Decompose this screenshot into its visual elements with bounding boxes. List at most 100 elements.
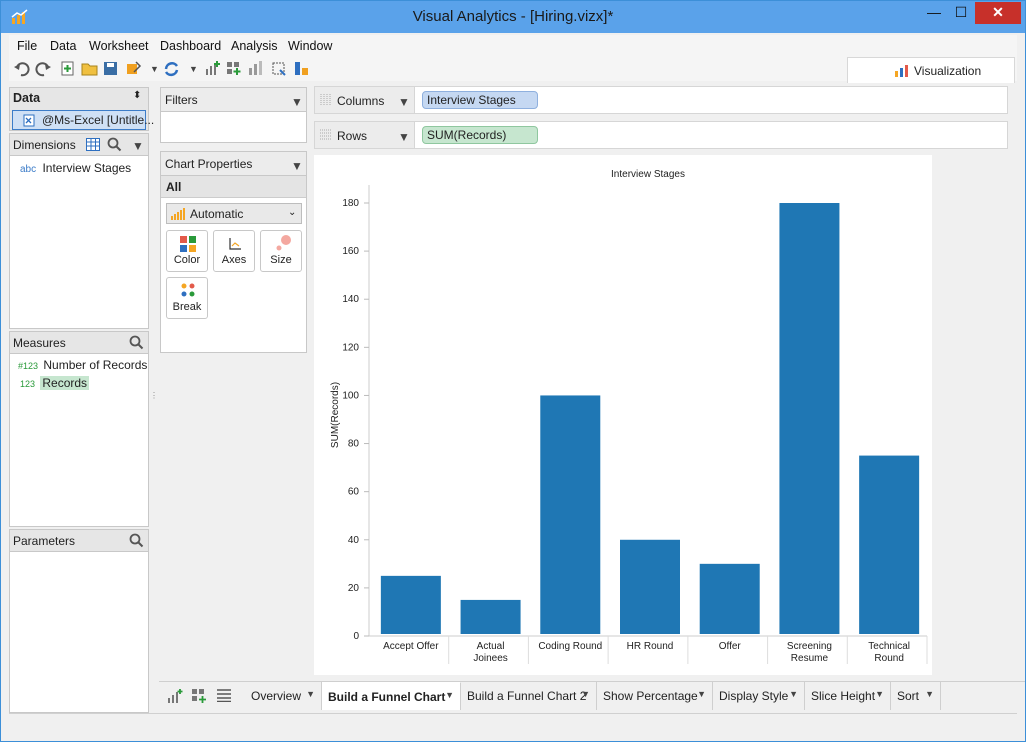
new-worksheet-icon[interactable] bbox=[204, 60, 221, 77]
visualization-tab[interactable]: Visualization bbox=[847, 57, 1015, 83]
close-button[interactable]: ✕ bbox=[975, 2, 1021, 24]
rows-label: Rows bbox=[337, 129, 368, 143]
clear-sheet-icon[interactable] bbox=[270, 60, 287, 77]
search-icon[interactable] bbox=[107, 137, 122, 152]
parameters-panel: Parameters bbox=[9, 529, 149, 713]
columns-shelf[interactable]: Columns ▼ Interview Stages bbox=[314, 86, 1008, 114]
y-tick-label: 80 bbox=[348, 439, 360, 450]
data-source-dropdown-icon[interactable]: ▼ bbox=[150, 64, 159, 74]
break-button[interactable]: Break bbox=[166, 277, 208, 319]
data-source-name: @Ms-Excel [Untitle... bbox=[42, 113, 155, 127]
rows-shelf[interactable]: Rows ▼ SUM(Records) bbox=[314, 121, 1008, 149]
sheet-tab[interactable]: Build a Funnel Chart 2 ▼ bbox=[461, 682, 597, 710]
refresh-dropdown-icon[interactable]: ▼ bbox=[189, 64, 198, 74]
measures-header: Measures bbox=[10, 332, 148, 354]
data-panel-sort-icon[interactable]: ⬍ bbox=[133, 90, 141, 101]
redo-icon[interactable] bbox=[35, 60, 52, 77]
measure-item-records[interactable]: 123 Records bbox=[20, 376, 90, 390]
sheet-tab-dropdown-icon[interactable]: ▼ bbox=[697, 689, 706, 699]
measure-item-number-of-records[interactable]: #123 Number of Records bbox=[18, 358, 147, 372]
number-type-icon: #123 bbox=[18, 361, 39, 371]
color-button[interactable]: Color bbox=[166, 230, 208, 272]
rows-dropdown-icon[interactable]: ▼ bbox=[398, 130, 410, 144]
panel-splitter-grip[interactable]: ⋮ bbox=[150, 391, 158, 400]
filters-dropdown-icon[interactable]: ▼ bbox=[291, 95, 303, 109]
parameters-header: Parameters bbox=[10, 530, 148, 552]
sheet-tab-dropdown-icon[interactable]: ▼ bbox=[925, 689, 934, 699]
x-tick-label: Offer bbox=[719, 641, 742, 652]
sheet-tab-dropdown-icon[interactable]: ▼ bbox=[581, 689, 590, 699]
sheet-tab-dropdown-icon[interactable]: ▼ bbox=[306, 689, 315, 699]
sheet-tab-label: Slice Height bbox=[811, 689, 876, 703]
x-tick-label: Coding Round bbox=[538, 641, 602, 652]
new-worksheet-tab-icon[interactable] bbox=[167, 688, 183, 704]
undo-icon[interactable] bbox=[13, 60, 30, 77]
columns-dropdown-icon[interactable]: ▼ bbox=[398, 95, 410, 109]
chart-type-icon[interactable] bbox=[247, 60, 264, 77]
show-sheet-sorter-icon[interactable] bbox=[217, 689, 231, 702]
chart-properties-header: Chart Properties ▼ bbox=[161, 152, 306, 176]
measure-name: Records bbox=[40, 376, 90, 390]
data-panel-header: Data ⬍ @Ms-Excel [Untitle... bbox=[9, 87, 154, 131]
sheet-tab-dropdown-icon[interactable]: ▼ bbox=[875, 689, 884, 699]
all-marks-row[interactable]: All bbox=[161, 176, 306, 198]
bar-chart: Interview Stages SUM(Records) 0 20 40 60 80 100… bbox=[330, 169, 928, 664]
menu-worksheet[interactable]: Worksheet bbox=[89, 39, 149, 53]
minimize-button[interactable]: — bbox=[921, 2, 947, 24]
table-view-icon[interactable] bbox=[86, 138, 100, 151]
data-source-item[interactable]: @Ms-Excel [Untitle... bbox=[12, 110, 154, 130]
excel-source-icon bbox=[23, 114, 35, 127]
parameters-search-icon[interactable] bbox=[129, 533, 144, 548]
sheet-tab-dropdown-icon[interactable]: ▼ bbox=[445, 690, 454, 700]
save-icon[interactable] bbox=[102, 60, 119, 77]
new-file-icon[interactable] bbox=[59, 60, 76, 77]
refresh-icon[interactable] bbox=[163, 60, 180, 77]
sheet-tab-dropdown-icon[interactable]: ▼ bbox=[789, 689, 798, 699]
sheet-tab-label: Sort bbox=[897, 689, 920, 703]
new-dashboard-icon[interactable] bbox=[225, 60, 242, 77]
measures-search-icon[interactable] bbox=[129, 335, 144, 350]
number-type-icon: 123 bbox=[20, 379, 36, 389]
y-tick-label: 140 bbox=[342, 294, 359, 305]
columns-pill[interactable]: Interview Stages bbox=[422, 91, 538, 109]
chart-properties-label: Chart Properties bbox=[165, 157, 253, 171]
sheet-tab[interactable]: Build a Funnel Chart ▼ bbox=[322, 682, 461, 710]
x-tick-label: Technical bbox=[868, 641, 910, 652]
size-button[interactable]: Size bbox=[260, 230, 302, 272]
rows-pill[interactable]: SUM(Records) bbox=[422, 126, 538, 144]
title-bar: Visual Analytics - [Hiring.vizx]* — ☐ ✕ bbox=[1, 1, 1025, 33]
size-button-label: Size bbox=[270, 254, 292, 266]
mark-type-select[interactable]: Automatic ⌄ bbox=[166, 203, 302, 224]
filters-header: Filters ▼ bbox=[161, 88, 306, 112]
sheet-tab[interactable]: Slice Height ▼ bbox=[805, 682, 891, 710]
menu-data[interactable]: Data bbox=[50, 39, 76, 53]
menu-analysis[interactable]: Analysis bbox=[231, 39, 278, 53]
measures-label: Measures bbox=[13, 336, 66, 350]
sheet-tab[interactable]: Display Style ▼ bbox=[713, 682, 805, 710]
y-tick-label: 0 bbox=[353, 631, 359, 642]
data-panel-title: Data bbox=[13, 91, 41, 105]
dimensions-dropdown-icon[interactable]: ▼ bbox=[132, 139, 144, 153]
new-dashboard-tab-icon[interactable] bbox=[191, 688, 207, 704]
menu-dashboard[interactable]: Dashboard bbox=[160, 39, 221, 53]
dimension-item[interactable]: abc Interview Stages bbox=[20, 161, 131, 175]
all-marks-label: All bbox=[166, 180, 182, 194]
menu-file[interactable]: File bbox=[17, 39, 37, 53]
rows-icon bbox=[320, 129, 332, 140]
chart-area: Interview Stages SUM(Records) 0 20 40 60 80 100… bbox=[314, 155, 932, 675]
x-tick-label: Joinees bbox=[473, 653, 507, 664]
axes-button[interactable]: Axes bbox=[213, 230, 255, 272]
swap-axes-icon[interactable] bbox=[293, 60, 310, 77]
columns-label: Columns bbox=[337, 94, 385, 108]
sheet-tab[interactable]: Overview ▼ bbox=[245, 682, 322, 710]
sheet-tab[interactable]: Show Percentage ▼ bbox=[597, 682, 713, 710]
open-folder-icon[interactable] bbox=[81, 60, 98, 77]
maximize-button[interactable]: ☐ bbox=[947, 2, 975, 24]
sheet-tab[interactable]: Sort ▼ bbox=[891, 682, 941, 710]
chart-properties-dropdown-icon[interactable]: ▼ bbox=[291, 159, 303, 173]
menu-window[interactable]: Window bbox=[288, 39, 332, 53]
dimensions-header: Dimensions ▼ bbox=[10, 134, 148, 156]
data-source-icon[interactable] bbox=[125, 60, 142, 77]
chevron-down-icon: ⌄ bbox=[288, 207, 297, 218]
y-tick-label: 120 bbox=[342, 342, 359, 353]
